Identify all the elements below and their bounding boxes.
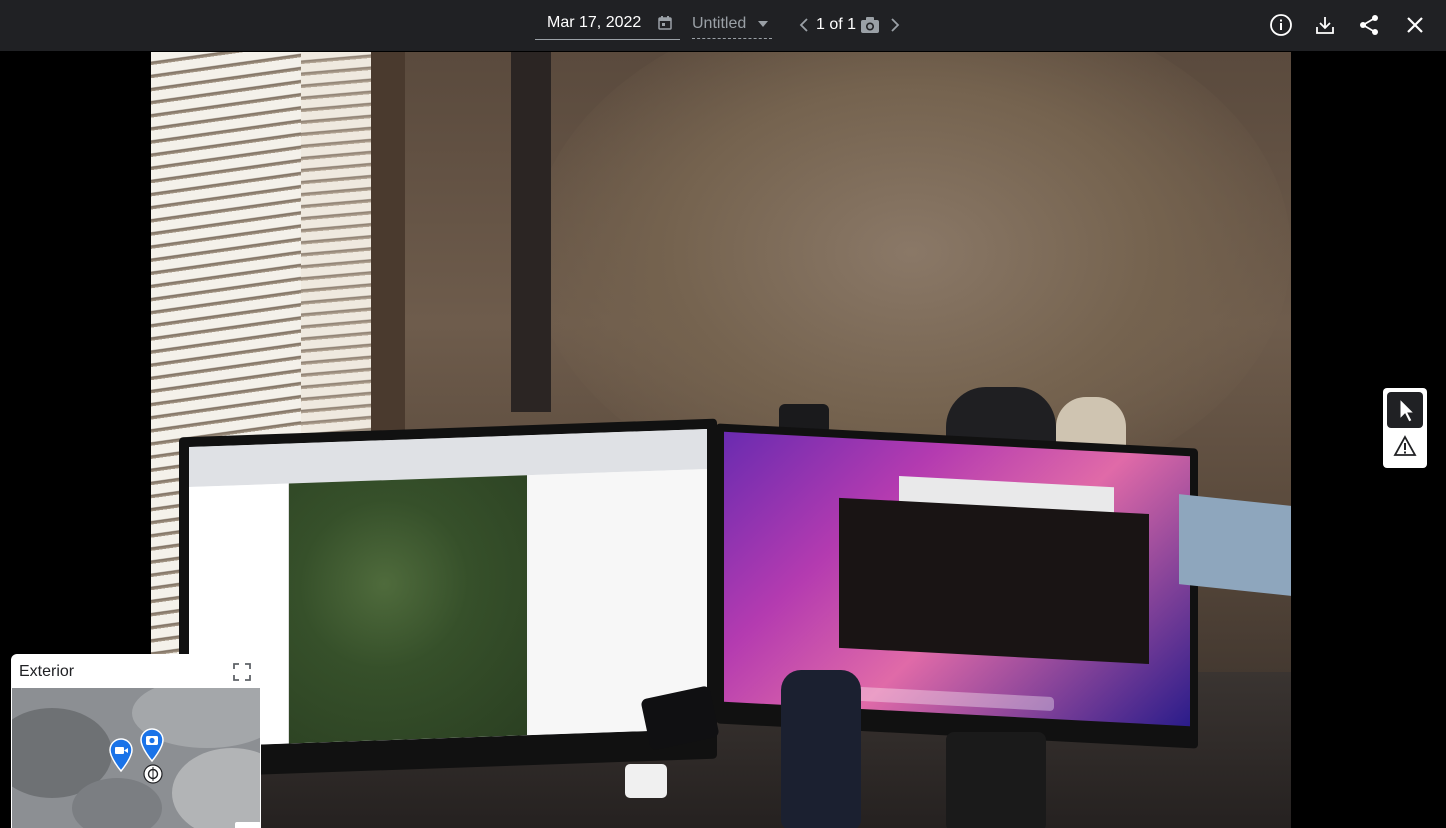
viewer-toolbar: Mar 17, 2022 Untitled 1 of 1: [0, 0, 1446, 51]
photo-blinds-inner: [301, 52, 381, 452]
photo-charger: [625, 764, 667, 798]
warning-tool-button[interactable]: [1393, 434, 1417, 458]
camera-icon: [860, 16, 880, 34]
panorama-icon[interactable]: [143, 764, 163, 784]
photo-viewer-image[interactable]: [151, 52, 1291, 828]
photo-screen-map: [289, 475, 527, 744]
minimap-map[interactable]: + −: [12, 688, 260, 828]
photo-screen-dock: [844, 686, 1054, 712]
photo-mug: [946, 732, 1046, 828]
select-tool-button[interactable]: [1387, 392, 1423, 428]
zoom-in-button[interactable]: +: [235, 822, 260, 828]
chevron-left-icon[interactable]: [797, 16, 811, 34]
fullscreen-icon[interactable]: [233, 663, 251, 681]
map-terrain: [172, 748, 260, 828]
photo-pin-icon[interactable]: [139, 728, 165, 763]
title-dropdown[interactable]: Untitled: [692, 12, 772, 39]
cursor-icon: [1399, 397, 1416, 423]
minimap-label: Exterior: [19, 663, 75, 680]
calendar-icon[interactable]: [657, 15, 673, 31]
photo-screen-music-app: [839, 497, 1149, 665]
date-text: Mar 17, 2022: [547, 14, 642, 31]
annotation-tool-panel: [1383, 388, 1427, 468]
close-icon[interactable]: [1403, 13, 1427, 37]
photo-screen-left: [189, 428, 707, 748]
photo-water-bottle: [781, 670, 861, 828]
warning-icon: [1393, 435, 1417, 456]
minimap-panel: Exterior + −: [11, 654, 261, 828]
download-icon[interactable]: [1313, 13, 1337, 37]
info-icon[interactable]: [1269, 13, 1293, 37]
map-terrain: [72, 778, 162, 828]
chevron-right-icon[interactable]: [888, 16, 902, 34]
photo-window-frame: [371, 52, 405, 472]
photo-shelf: [511, 52, 551, 412]
photo-monitor-small: [1179, 494, 1291, 596]
date-field[interactable]: Mar 17, 2022: [535, 10, 680, 40]
caret-down-icon: [758, 21, 768, 27]
photo-counter: 1 of 1: [816, 16, 857, 33]
title-text: Untitled: [692, 15, 747, 32]
share-icon[interactable]: [1357, 13, 1381, 37]
video-pin-icon[interactable]: [108, 738, 134, 773]
